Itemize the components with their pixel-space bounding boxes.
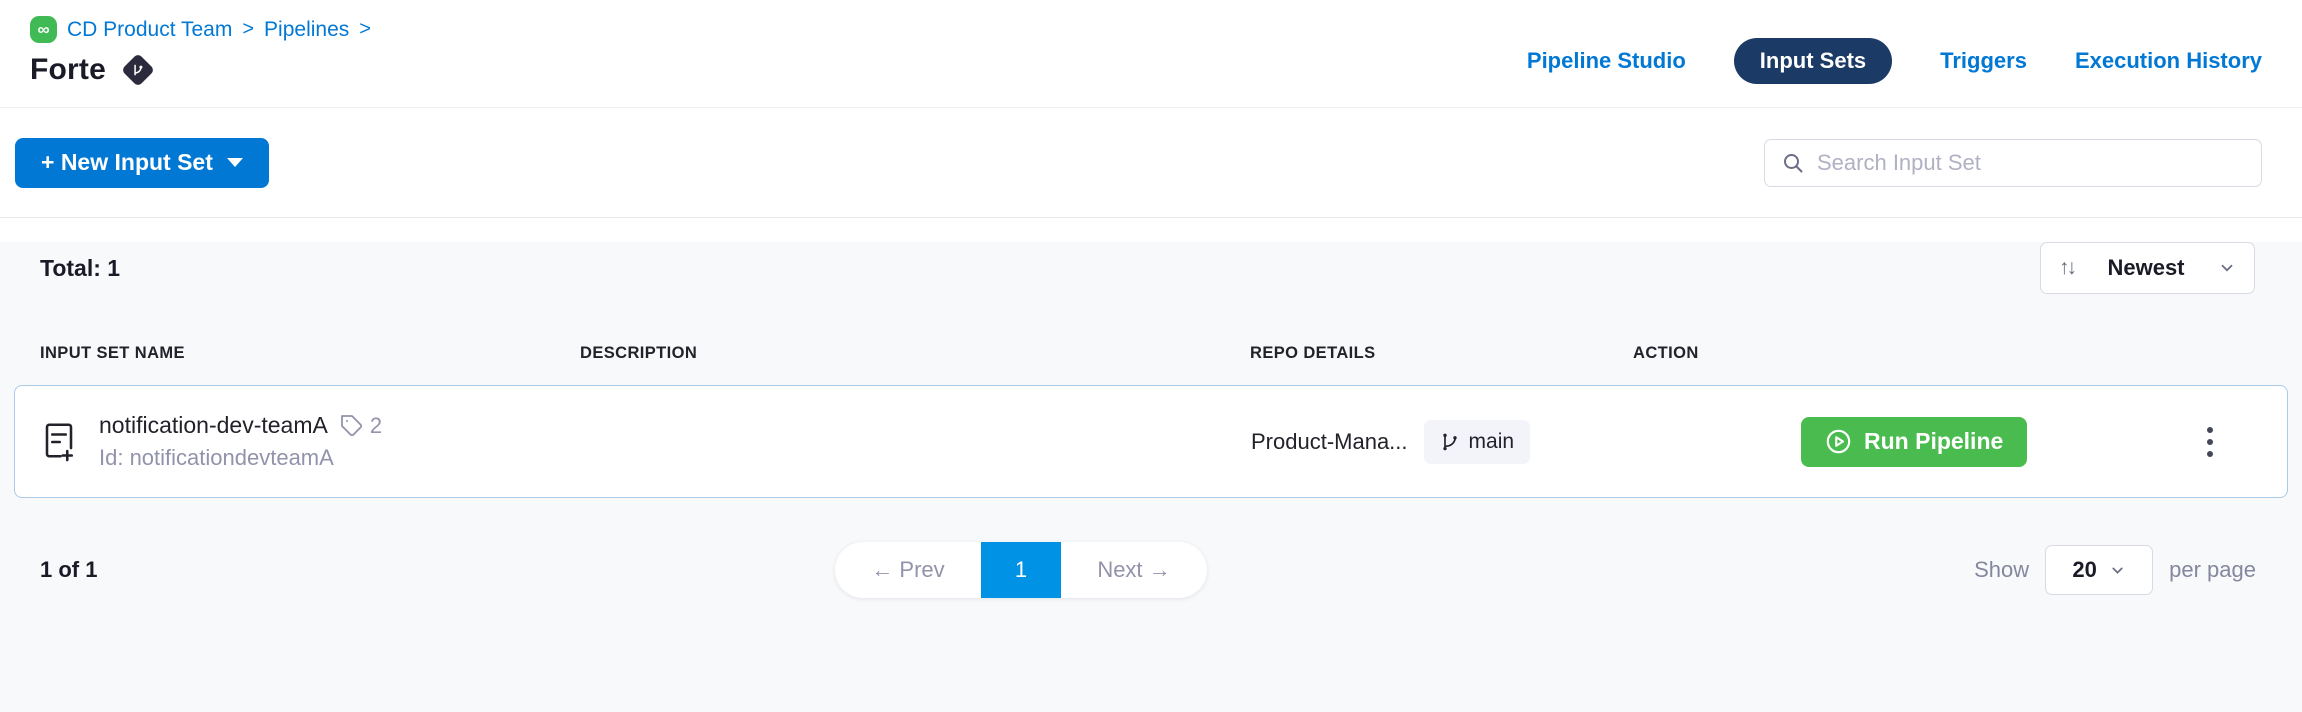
run-pipeline-button[interactable]: Run Pipeline (1801, 417, 2027, 467)
page-header: ∞ CD Product Team > Pipelines > Forte Pi… (0, 0, 2302, 108)
search-input[interactable] (1817, 150, 2245, 176)
action-cell: Run Pipeline (1634, 417, 2261, 467)
git-branch-icon (1440, 432, 1460, 452)
per-page-label: per page (2169, 557, 2256, 583)
play-icon (1825, 428, 1852, 455)
caret-down-icon (227, 158, 243, 167)
tag-icon (340, 414, 364, 438)
row-options-menu-icon[interactable] (2199, 419, 2221, 465)
page-range-label: 1 of 1 (40, 557, 97, 583)
breadcrumb-separator: > (242, 18, 254, 41)
column-header-repo-details: REPO DETAILS (1250, 344, 1633, 363)
input-set-name: notification-dev-teamA (99, 412, 328, 439)
breadcrumb: ∞ CD Product Team > Pipelines > (30, 16, 371, 43)
tab-execution-history[interactable]: Execution History (2075, 48, 2262, 74)
search-box (1764, 139, 2262, 187)
next-page-button[interactable]: Next → (1061, 557, 1207, 583)
current-page-button[interactable]: 1 (981, 542, 1061, 598)
search-icon (1781, 151, 1805, 175)
pagination-row: 1 of 1 ← Prev 1 Next → Show 20 per page (14, 542, 2288, 598)
page-size-dropdown[interactable]: 20 (2045, 545, 2153, 595)
table-header-row: INPUT SET NAME DESCRIPTION REPO DETAILS … (14, 344, 2288, 363)
prev-page-button[interactable]: ← Prev (835, 557, 981, 583)
header-left: ∞ CD Product Team > Pipelines > Forte (30, 16, 371, 87)
page-title: Forte (30, 53, 106, 87)
sort-arrows-icon: ↑↓ (2059, 256, 2074, 280)
tag-count: 2 (370, 413, 382, 439)
git-repo-icon (121, 53, 155, 87)
page-size-value: 20 (2072, 557, 2096, 583)
branch-name: main (1469, 430, 1515, 454)
pipeline-nav-tabs: Pipeline Studio Input Sets Triggers Exec… (1527, 38, 2262, 84)
chevron-down-icon (2218, 259, 2236, 277)
breadcrumb-separator: > (359, 18, 371, 41)
pager: ← Prev 1 Next → (835, 542, 1207, 598)
input-set-row[interactable]: notification-dev-teamA 2 Id: notificatio… (14, 385, 2288, 498)
summary-row: Total: 1 ↑↓ Newest (14, 242, 2288, 294)
input-set-name-lines: notification-dev-teamA 2 Id: notificatio… (99, 412, 382, 471)
breadcrumb-link-pipelines[interactable]: Pipelines (264, 18, 349, 42)
column-header-input-set-name: INPUT SET NAME (40, 344, 580, 363)
run-pipeline-label: Run Pipeline (1864, 428, 2003, 455)
sort-selected-value: Newest (2088, 255, 2204, 281)
input-set-id: Id: notificationdevteamA (99, 445, 382, 471)
breadcrumb-link-project[interactable]: CD Product Team (67, 18, 232, 42)
tag-group: 2 (340, 413, 382, 439)
total-count-label: Total: 1 (40, 255, 120, 282)
sort-dropdown[interactable]: ↑↓ Newest (2040, 242, 2255, 294)
repo-details-cell: Product-Mana... main (1251, 420, 1634, 464)
tab-input-sets[interactable]: Input Sets (1734, 38, 1892, 84)
page-size-group: Show 20 per page (1974, 545, 2256, 595)
column-header-action: ACTION (1633, 344, 2262, 363)
tab-triggers[interactable]: Triggers (1940, 48, 2027, 74)
input-set-name-cell: notification-dev-teamA 2 Id: notificatio… (41, 412, 581, 471)
repo-name: Product-Mana... (1251, 429, 1408, 455)
input-sets-content: Total: 1 ↑↓ Newest INPUT SET NAME DESCRI… (0, 242, 2302, 712)
new-input-set-button[interactable]: + New Input Set (15, 138, 269, 188)
branch-chip: main (1424, 420, 1531, 464)
chevron-down-icon (2109, 562, 2126, 579)
column-header-description: DESCRIPTION (580, 344, 1250, 363)
tab-pipeline-studio[interactable]: Pipeline Studio (1527, 48, 1686, 74)
new-input-set-label: + New Input Set (41, 149, 213, 176)
toolbar: + New Input Set (0, 108, 2302, 218)
title-row: Forte (30, 53, 371, 87)
input-set-icon (41, 421, 77, 463)
show-label: Show (1974, 557, 2029, 583)
cd-module-icon: ∞ (30, 16, 57, 43)
